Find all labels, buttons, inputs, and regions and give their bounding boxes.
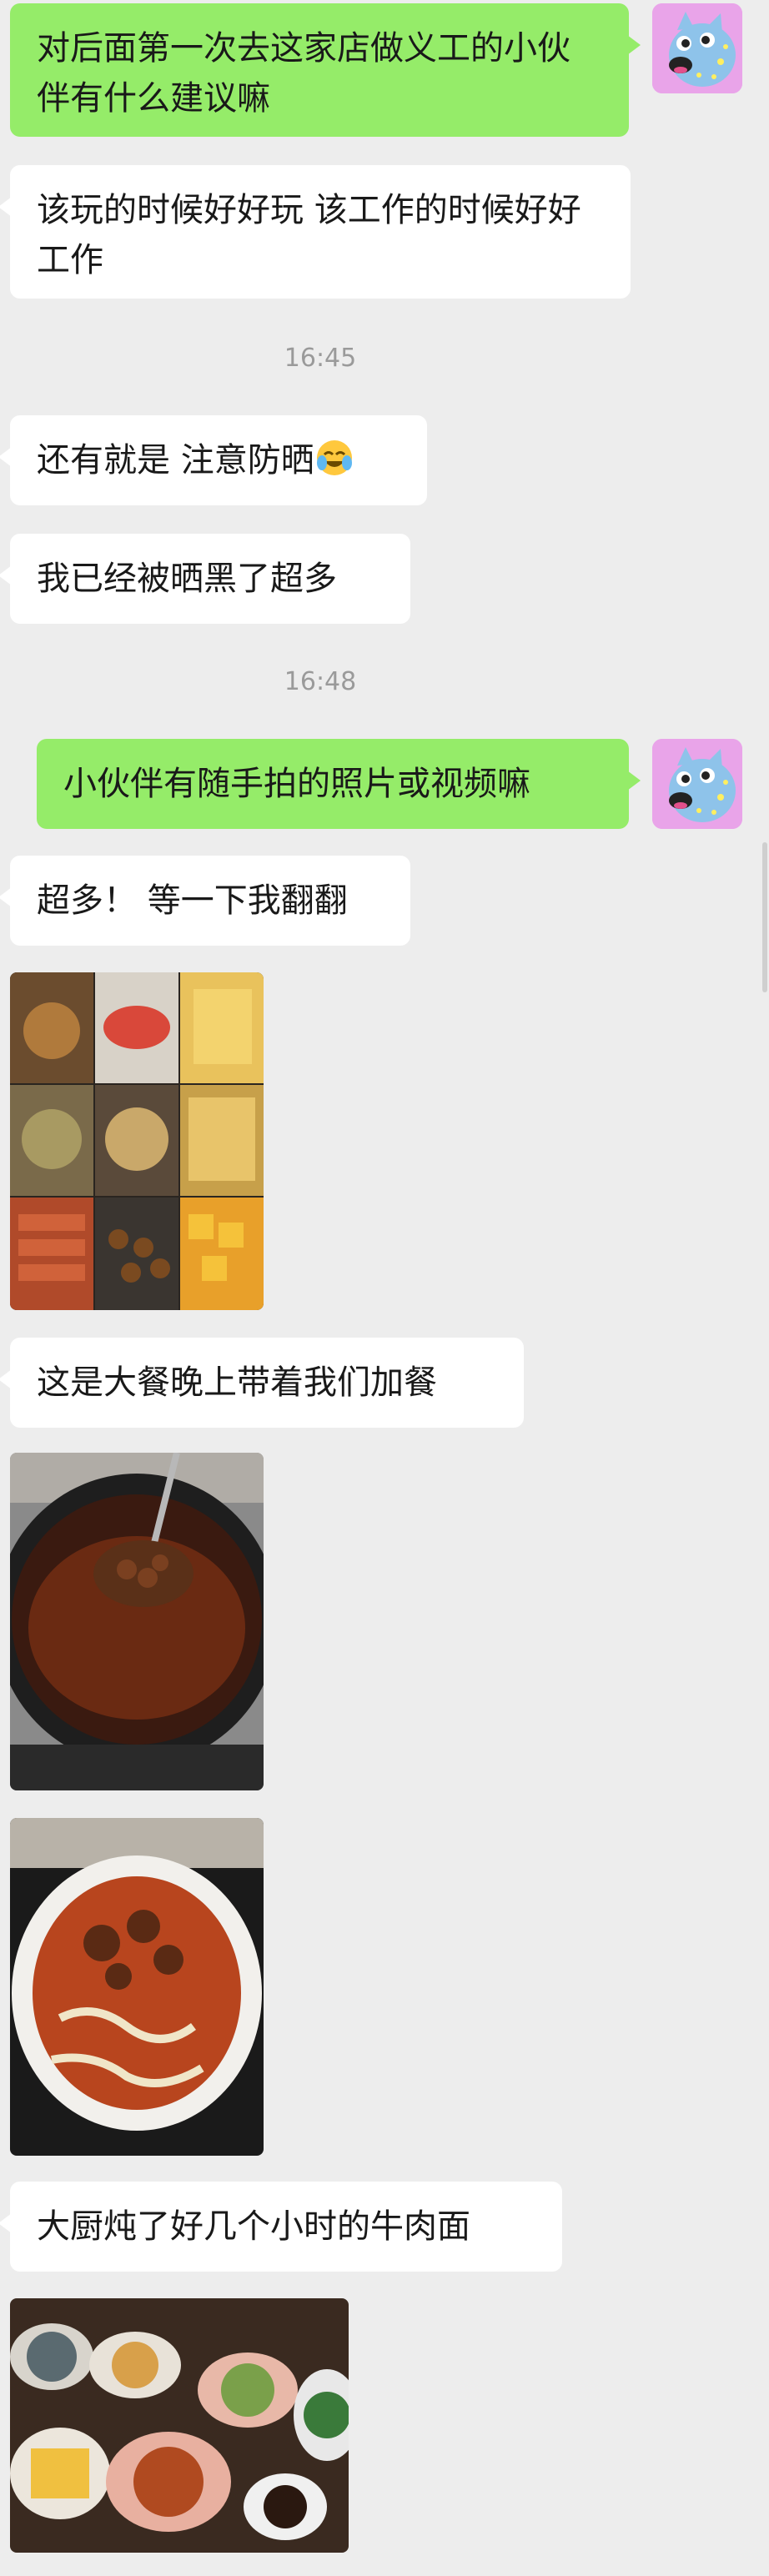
message-text: 该玩的时候好好玩 该工作的时候好好工作 — [37, 191, 581, 279]
message-text: 超多！ 等一下我翻翻 — [37, 881, 348, 920]
message-text: 还有就是 注意防晒 — [37, 441, 314, 480]
incoming-message-bubble[interactable]: 该玩的时候好好玩 该工作的时候好好工作 — [0, 165, 631, 299]
outgoing-message-bubble[interactable]: 对后面第一次去这家店做义工的小伙伴有什么建议嘛 — [10, 3, 641, 137]
monster-avatar-icon — [652, 739, 742, 829]
beef-stew-pot-photo[interactable] — [10, 1453, 264, 1790]
user-avatar[interactable] — [652, 3, 742, 93]
beef-noodle-bowl-photo[interactable] — [10, 1818, 264, 2156]
incoming-message-bubble[interactable]: 这是大餐晚上带着我们加餐 — [0, 1338, 524, 1428]
message-text: 小伙伴有随手拍的照片或视频嘛 — [63, 765, 530, 803]
incoming-message-bubble[interactable]: 大厨炖了好几个小时的牛肉面 — [0, 2182, 562, 2272]
incoming-message-bubble[interactable]: 我已经被晒黑了超多 — [0, 534, 410, 624]
message-text: 对后面第一次去这家店做义工的小伙伴有什么建议嘛 — [37, 29, 570, 118]
timestamp: 16:45 — [284, 344, 357, 373]
outgoing-message-bubble[interactable]: 小伙伴有随手拍的照片或视频嘛 — [37, 739, 641, 829]
dinner-table-photo[interactable] — [10, 2298, 349, 2553]
scrollbar[interactable] — [762, 842, 767, 992]
monster-avatar-icon — [652, 3, 742, 93]
food-collage-photo[interactable] — [10, 972, 264, 1310]
message-text: 大厨炖了好几个小时的牛肉面 — [37, 2207, 470, 2246]
incoming-message-bubble[interactable]: 超多！ 等一下我翻翻 — [0, 856, 410, 946]
user-avatar[interactable] — [652, 739, 742, 829]
timestamp: 16:48 — [284, 667, 357, 696]
message-text: 我已经被晒黑了超多 — [37, 560, 337, 598]
message-text: 这是大餐晚上带着我们加餐 — [37, 1363, 437, 1402]
laughing-with-tears-emoji-icon — [314, 438, 354, 478]
incoming-message-bubble[interactable]: 还有就是 注意防晒 — [0, 415, 427, 505]
